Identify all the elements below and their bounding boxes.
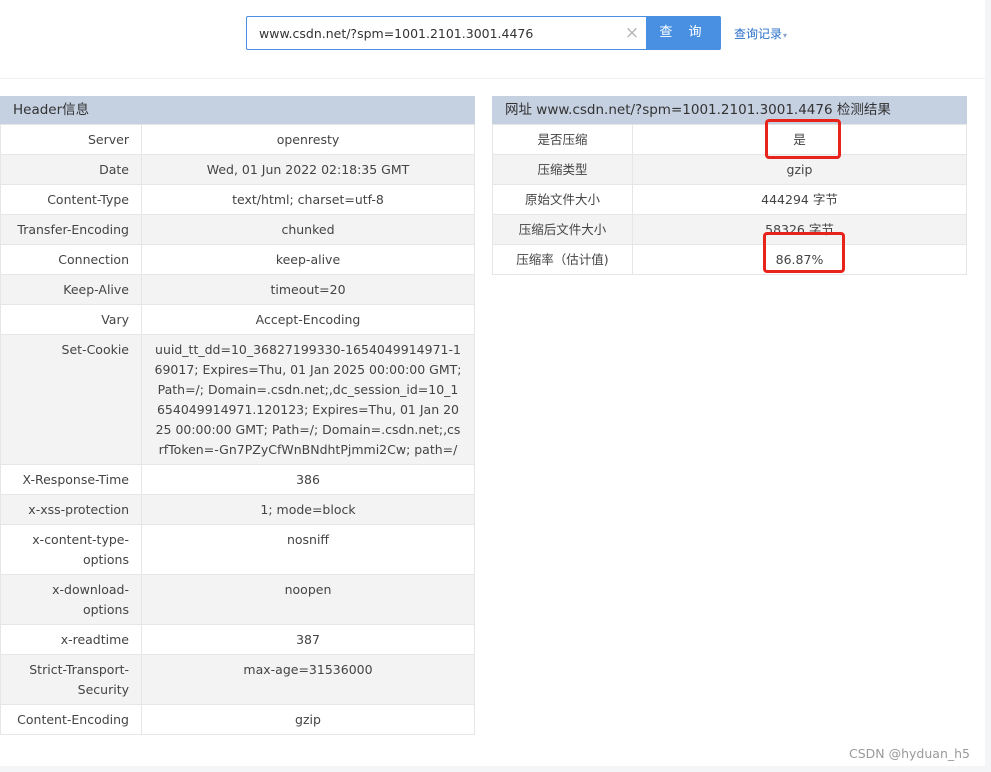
table-row: 是否压缩是 bbox=[492, 124, 967, 155]
query-history-link[interactable]: 查询记录▾ bbox=[734, 25, 787, 42]
result-value: 58326 字节 bbox=[632, 214, 967, 245]
result-key: 压缩类型 bbox=[492, 154, 633, 185]
table-row: x-download-options noopen bbox=[0, 574, 475, 625]
header-key: x-download-options bbox=[0, 574, 142, 625]
result-value: 444294 字节 bbox=[632, 184, 967, 215]
table-row: Strict-Transport-Security max-age=3153600… bbox=[0, 654, 475, 705]
header-value: openresty bbox=[141, 124, 475, 155]
table-row: Date Wed, 01 Jun 2022 02:18:35 GMT bbox=[0, 154, 475, 185]
page-edge bbox=[985, 0, 991, 772]
table-row: Content-Encoding gzip bbox=[0, 704, 475, 735]
header-value: Wed, 01 Jun 2022 02:18:35 GMT bbox=[141, 154, 475, 185]
table-row: Content-Type text/html; charset=utf-8 bbox=[0, 184, 475, 215]
table-row: Vary Accept-Encoding bbox=[0, 304, 475, 335]
result-table: 是否压缩是 压缩类型 gzip 原始文件大小 444294 字节 压缩后文件大小 58… bbox=[492, 124, 967, 275]
header-value: max-age=31536000 bbox=[141, 654, 475, 705]
table-row: 压缩类型 gzip bbox=[492, 154, 967, 185]
header-key: Date bbox=[0, 154, 142, 185]
result-key: 压缩后文件大小 bbox=[492, 214, 633, 245]
header-key: x-content-type-options bbox=[0, 524, 142, 575]
header-info-table: Server openresty Date Wed, 01 Jun 2022 02:… bbox=[0, 124, 475, 735]
table-row: 压缩率（估计值) 86.87% bbox=[492, 244, 967, 275]
result-title: 网址 www.csdn.net/?spm=1001.2101.3001.4476… bbox=[492, 96, 967, 124]
page-footer-strip bbox=[0, 766, 985, 772]
header-info-panel: Header信息 Server openresty Date Wed, 01 Jun… bbox=[0, 96, 475, 735]
result-key: 原始文件大小 bbox=[492, 184, 633, 215]
table-row: 压缩后文件大小 58326 字节 bbox=[492, 214, 967, 245]
clear-icon[interactable]: × bbox=[624, 24, 640, 42]
header-key: Content-Type bbox=[0, 184, 142, 215]
header-value: 387 bbox=[141, 624, 475, 655]
header-value: 1; mode=block bbox=[141, 494, 475, 525]
header-key: X-Response-Time bbox=[0, 464, 142, 495]
header-key: Server bbox=[0, 124, 142, 155]
header-value: 386 bbox=[141, 464, 475, 495]
header-key: Set-Cookie bbox=[0, 334, 142, 465]
chevron-down-icon: ▾ bbox=[783, 31, 788, 40]
table-row: x-content-type-options nosniff bbox=[0, 524, 475, 575]
table-row: x-readtime 387 bbox=[0, 624, 475, 655]
table-row: Server openresty bbox=[0, 124, 475, 155]
header-value: keep-alive bbox=[141, 244, 475, 275]
table-row: Transfer-Encoding chunked bbox=[0, 214, 475, 245]
header-key: x-xss-protection bbox=[0, 494, 142, 525]
table-row: Keep-Alive timeout=20 bbox=[0, 274, 475, 305]
header-value: text/html; charset=utf-8 bbox=[141, 184, 475, 215]
header-value: uuid_tt_dd=10_36827199330-1654049914971-… bbox=[141, 334, 475, 465]
header-value: noopen bbox=[141, 574, 475, 625]
url-input[interactable] bbox=[247, 17, 617, 49]
table-row: x-xss-protection 1; mode=block bbox=[0, 494, 475, 525]
header-key: Connection bbox=[0, 244, 142, 275]
url-search-box: × bbox=[246, 16, 646, 50]
table-row: 原始文件大小 444294 字节 bbox=[492, 184, 967, 215]
header-key: Vary bbox=[0, 304, 142, 335]
header-key: Keep-Alive bbox=[0, 274, 142, 305]
header-value: gzip bbox=[141, 704, 475, 735]
result-value: gzip bbox=[632, 154, 967, 185]
table-row: Connection keep-alive bbox=[0, 244, 475, 275]
result-value-ratio: 86.87% bbox=[632, 244, 967, 275]
result-value-compressed: 是 bbox=[632, 124, 967, 155]
table-row: Set-Cookie uuid_tt_dd=10_36827199330-1654… bbox=[0, 334, 475, 465]
header-value: nosniff bbox=[141, 524, 475, 575]
query-button[interactable]: 查 询 bbox=[646, 16, 721, 50]
search-bar: × 查 询 查询记录▾ bbox=[0, 0, 985, 79]
header-value: chunked bbox=[141, 214, 475, 245]
result-key: 是否压缩 bbox=[492, 124, 633, 155]
header-value: Accept-Encoding bbox=[141, 304, 475, 335]
header-key: Content-Encoding bbox=[0, 704, 142, 735]
header-key: Strict-Transport-Security bbox=[0, 654, 142, 705]
result-key: 压缩率（估计值) bbox=[492, 244, 633, 275]
table-row: X-Response-Time 386 bbox=[0, 464, 475, 495]
header-info-title: Header信息 bbox=[0, 96, 475, 124]
header-key: x-readtime bbox=[0, 624, 142, 655]
query-history-label: 查询记录 bbox=[734, 27, 783, 41]
watermark: CSDN @hyduan_h5 bbox=[849, 746, 970, 761]
header-value: timeout=20 bbox=[141, 274, 475, 305]
result-panel: 网址 www.csdn.net/?spm=1001.2101.3001.4476… bbox=[492, 96, 967, 275]
header-key: Transfer-Encoding bbox=[0, 214, 142, 245]
